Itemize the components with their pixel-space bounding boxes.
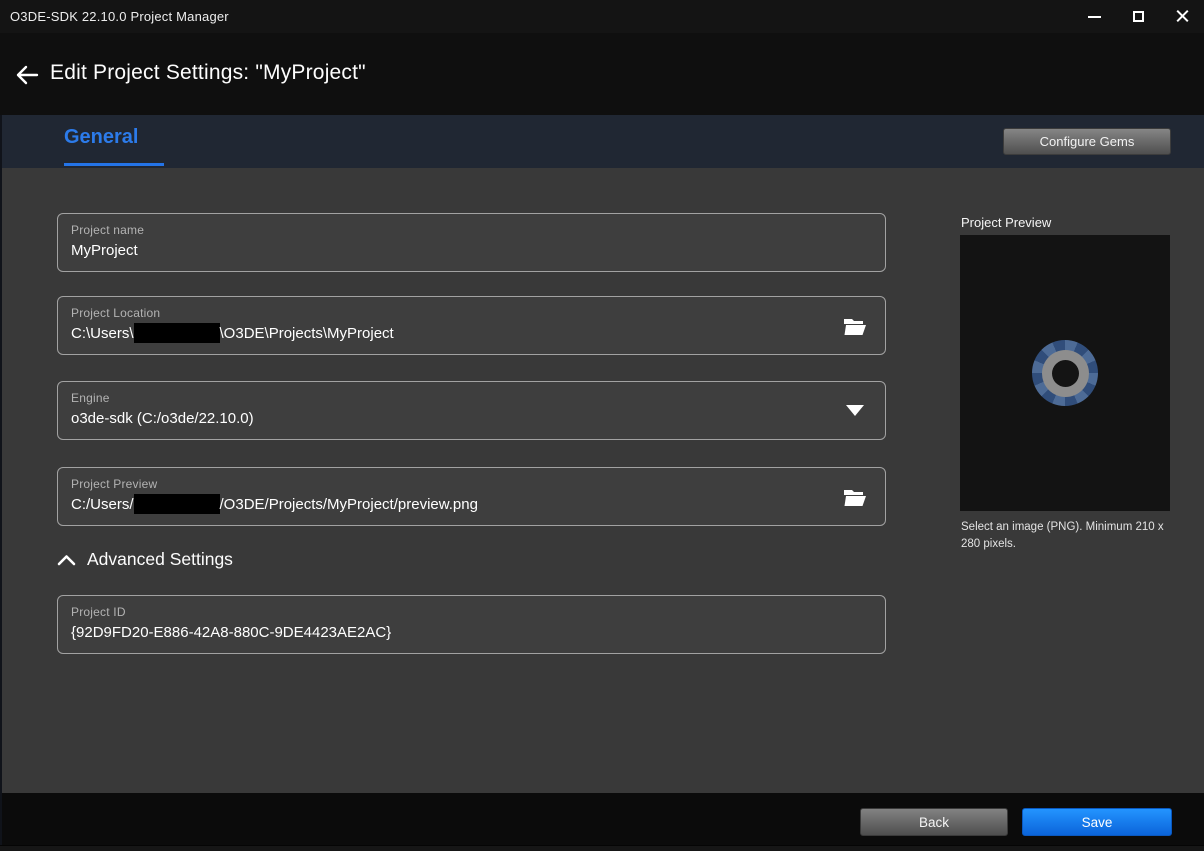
back-arrow-button[interactable]	[12, 60, 42, 90]
save-button[interactable]: Save	[1022, 808, 1172, 836]
screen-edge-sliver	[0, 115, 2, 845]
redacted-username	[134, 494, 220, 514]
project-location-label: Project Location	[71, 306, 885, 320]
engine-label: Engine	[71, 391, 885, 405]
project-location-value: C:\Users\\O3DE\Projects\MyProject	[71, 325, 885, 343]
project-preview-image	[960, 235, 1170, 511]
advanced-settings-label: Advanced Settings	[87, 549, 233, 570]
maximize-button[interactable]	[1116, 0, 1160, 33]
project-id-field[interactable]: Project ID {92D9FD20-E886-42A8-880C-9DE4…	[57, 595, 886, 654]
back-button[interactable]: Back	[860, 808, 1008, 836]
minimize-icon	[1088, 16, 1101, 18]
folder-open-icon	[843, 316, 867, 336]
chevron-up-icon	[57, 554, 76, 566]
window-title: O3DE-SDK 22.10.0 Project Manager	[0, 9, 229, 24]
page-title: Edit Project Settings: "MyProject"	[50, 61, 366, 85]
project-id-label: Project ID	[71, 605, 885, 619]
engine-dropdown[interactable]: Engine o3de-sdk (C:/o3de/22.10.0)	[57, 381, 886, 440]
browse-location-button[interactable]	[841, 312, 869, 340]
close-button[interactable]	[1160, 0, 1204, 33]
back-arrow-icon	[15, 65, 39, 85]
tab-general[interactable]: General	[64, 126, 138, 149]
minimize-button[interactable]	[1072, 0, 1116, 33]
project-preview-path-field[interactable]: Project Preview C:/Users//O3DE/Projects/…	[57, 467, 886, 526]
title-bar: O3DE-SDK 22.10.0 Project Manager	[0, 0, 1204, 33]
project-manager-window: O3DE-SDK 22.10.0 Project Manager Edit Pr…	[0, 0, 1204, 851]
tab-bar: General Configure Gems	[2, 115, 1204, 168]
tab-general-underline	[64, 163, 164, 166]
window-controls	[1072, 0, 1204, 33]
project-preview-path-value: C:/Users//O3DE/Projects/MyProject/previe…	[71, 496, 885, 514]
maximize-icon	[1133, 11, 1144, 22]
footer-bar: Back Save	[0, 793, 1204, 845]
close-icon	[1176, 10, 1189, 23]
project-name-value: MyProject	[71, 242, 885, 259]
main-content: Project name MyProject Project Location …	[2, 168, 1204, 793]
project-name-label: Project name	[71, 223, 885, 237]
browse-preview-button[interactable]	[841, 483, 869, 511]
project-preview-path-label: Project Preview	[71, 477, 885, 491]
project-id-value: {92D9FD20-E886-42A8-880C-9DE4423AE2AC}	[71, 624, 885, 641]
o3de-logo-icon	[1032, 340, 1098, 406]
advanced-settings-toggle[interactable]: Advanced Settings	[57, 549, 233, 570]
engine-dropdown-button[interactable]	[841, 397, 869, 425]
project-name-field[interactable]: Project name MyProject	[57, 213, 886, 272]
configure-gems-button[interactable]: Configure Gems	[1003, 128, 1171, 155]
preview-helper-text: Select an image (PNG). Minimum 210 x 280…	[961, 519, 1173, 552]
preview-panel-title: Project Preview	[961, 215, 1051, 230]
folder-open-icon	[843, 487, 867, 507]
project-location-field[interactable]: Project Location C:\Users\\O3DE\Projects…	[57, 296, 886, 355]
redacted-username	[134, 323, 220, 343]
page-header: Edit Project Settings: "MyProject"	[0, 33, 1204, 115]
chevron-down-icon	[846, 405, 864, 416]
engine-value: o3de-sdk (C:/o3de/22.10.0)	[71, 410, 885, 427]
taskbar-edge	[0, 845, 1204, 851]
